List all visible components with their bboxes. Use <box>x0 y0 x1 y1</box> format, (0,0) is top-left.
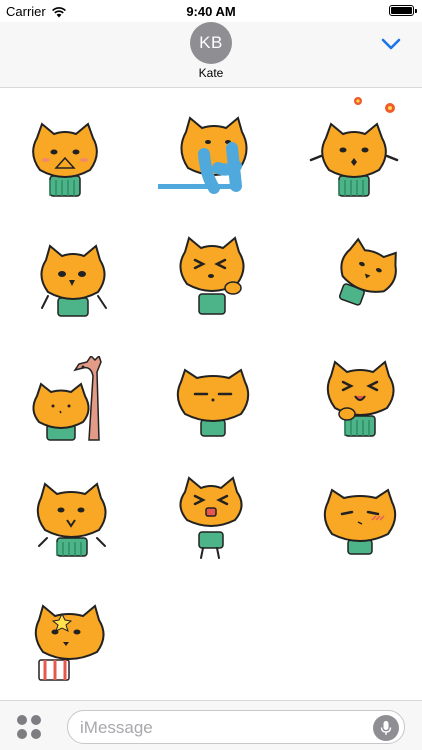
cat-squint-sticker <box>179 236 245 315</box>
message-input-container[interactable] <box>67 710 405 744</box>
cat-blue-arms-sticker <box>158 116 248 194</box>
status-time: 9:40 AM <box>186 4 236 19</box>
sticker-cell[interactable] <box>151 109 271 209</box>
cat-flowers-sticker <box>309 122 399 197</box>
sticker-cell[interactable] <box>150 469 270 569</box>
sticker-cell[interactable] <box>295 469 415 569</box>
cat-sleepy-sticker <box>176 368 250 437</box>
sticker-cell[interactable] <box>10 589 130 689</box>
sticker-grid <box>0 89 422 700</box>
cat-giraffe-sticker <box>32 356 102 441</box>
collapse-button[interactable] <box>380 36 402 52</box>
conversation-header: KB Kate <box>0 22 422 88</box>
sticker-cell[interactable] <box>300 229 420 329</box>
sticker-cell[interactable] <box>150 229 270 329</box>
status-bar: Carrier 9:40 AM <box>0 0 422 22</box>
sticker-cell[interactable] <box>15 229 135 329</box>
cat-tilted-sticker <box>338 237 397 306</box>
cat-popcorn-sticker <box>34 604 105 681</box>
contact-name[interactable]: Kate <box>0 66 422 80</box>
chevron-down-icon <box>381 38 401 50</box>
cat-blushing-sticker <box>323 488 397 555</box>
sticker-cell[interactable] <box>10 469 130 569</box>
message-composer <box>0 700 422 750</box>
microphone-button[interactable] <box>373 715 399 741</box>
contact-avatar[interactable]: KB <box>190 22 232 64</box>
cat-shrug-sticker <box>36 482 107 557</box>
message-input[interactable] <box>80 717 360 739</box>
apps-grid-icon[interactable] <box>16 714 42 740</box>
cat-jumping-sticker <box>179 476 243 559</box>
battery-icon <box>389 5 417 16</box>
sticker-cell[interactable] <box>20 351 140 451</box>
cat-praying-sticker <box>32 122 98 197</box>
cat-waving-sticker <box>40 244 107 317</box>
cat-laughing-sticker <box>326 360 395 437</box>
sticker-cell[interactable] <box>300 351 420 451</box>
microphone-icon <box>380 721 392 735</box>
flower-decoration <box>354 97 395 113</box>
sticker-cell[interactable] <box>296 109 416 209</box>
sticker-cell[interactable] <box>5 109 125 209</box>
sticker-cell[interactable] <box>150 351 270 451</box>
